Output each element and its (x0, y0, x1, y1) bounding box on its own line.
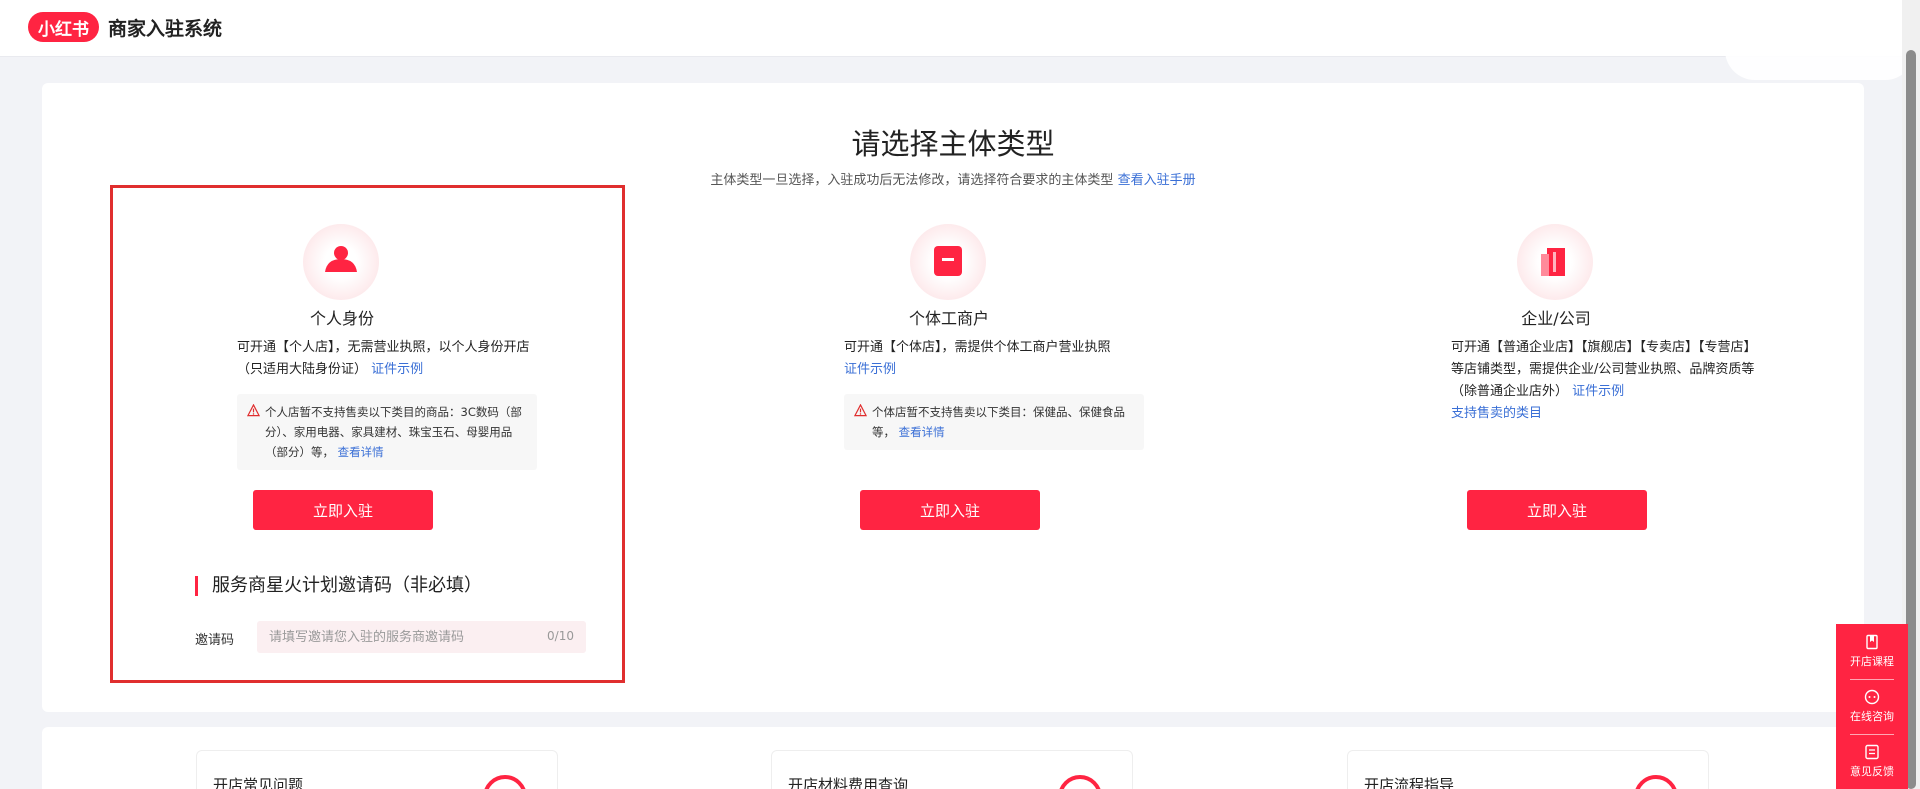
manual-link[interactable]: 查看入驻手册 (1118, 173, 1196, 188)
float-item-label: 开店课程 (1850, 655, 1894, 668)
option-title: 个体工商户 (908, 309, 989, 328)
building-icon (1517, 224, 1593, 300)
bookmark-icon (1866, 634, 1878, 650)
float-divider (1850, 679, 1894, 680)
supported-categories-link[interactable]: 支持售卖的类目 (1451, 406, 1542, 421)
process-icon (1634, 775, 1678, 789)
floating-menu: 开店课程 在线咨询 意见反馈 (1836, 624, 1908, 789)
apply-now-button[interactable]: 立即入驻 (1467, 490, 1647, 530)
help-card-process[interactable]: 开店流程指导 (1347, 750, 1709, 789)
float-item-label: 在线咨询 (1850, 710, 1894, 723)
restriction-notice: 个体店暂不支持售卖以下类目：保健品、保健食品等， 查看详情 (844, 394, 1144, 450)
chat-icon (1864, 689, 1880, 705)
certificate-example-link[interactable]: 证件示例 (1572, 384, 1624, 399)
xiaohongshu-logo[interactable]: 小红书 (28, 12, 99, 42)
option-desc-text: 可开通【个体店】，需提供个体工商户营业执照 (844, 340, 1111, 355)
option-title: 企业/公司 (1521, 309, 1591, 328)
faq-icon (483, 775, 527, 789)
header-glare (1725, 10, 1915, 80)
shop-course-button[interactable]: 开店课程 (1836, 626, 1908, 678)
page-title: 请选择主体类型 (851, 127, 1055, 161)
help-card-materials[interactable]: 开店材料费用查询 (771, 750, 1133, 789)
materials-icon (1058, 775, 1102, 789)
feedback-button[interactable]: 意见反馈 (1836, 736, 1908, 788)
certificate-example-link[interactable]: 证件示例 (844, 362, 896, 377)
float-item-label: 意见反馈 (1850, 765, 1894, 778)
warning-icon (854, 404, 867, 417)
top-bar: 小红书 商家入驻系统 (0, 0, 1902, 57)
help-card-title: 开店材料费用查询 (788, 776, 909, 789)
float-divider (1850, 734, 1894, 735)
subtitle-text: 主体类型一旦选择，入驻成功后无法修改，请选择符合要求的主体类型 (710, 173, 1114, 188)
help-card-title: 开店常见问题 (213, 776, 304, 789)
apply-now-button[interactable]: 立即入驻 (860, 490, 1040, 530)
license-card-icon (910, 224, 986, 300)
option-desc: 可开通【普通企业店】【旗舰店】【专卖店】【专营店】等店铺类型，需提供企业/公司营… (1451, 337, 1756, 425)
view-details-link[interactable]: 查看详情 (899, 425, 945, 439)
help-card-faq[interactable]: 开店常见问题 (196, 750, 558, 789)
online-consult-button[interactable]: 在线咨询 (1836, 681, 1908, 733)
brand-title: 商家入驻系统 (108, 18, 223, 40)
option-desc: 可开通【个体店】，需提供个体工商户营业执照 证件示例 (844, 337, 1149, 381)
help-card-title: 开店流程指导 (1364, 776, 1455, 789)
selection-highlight (110, 185, 625, 683)
feedback-icon (1865, 744, 1879, 760)
